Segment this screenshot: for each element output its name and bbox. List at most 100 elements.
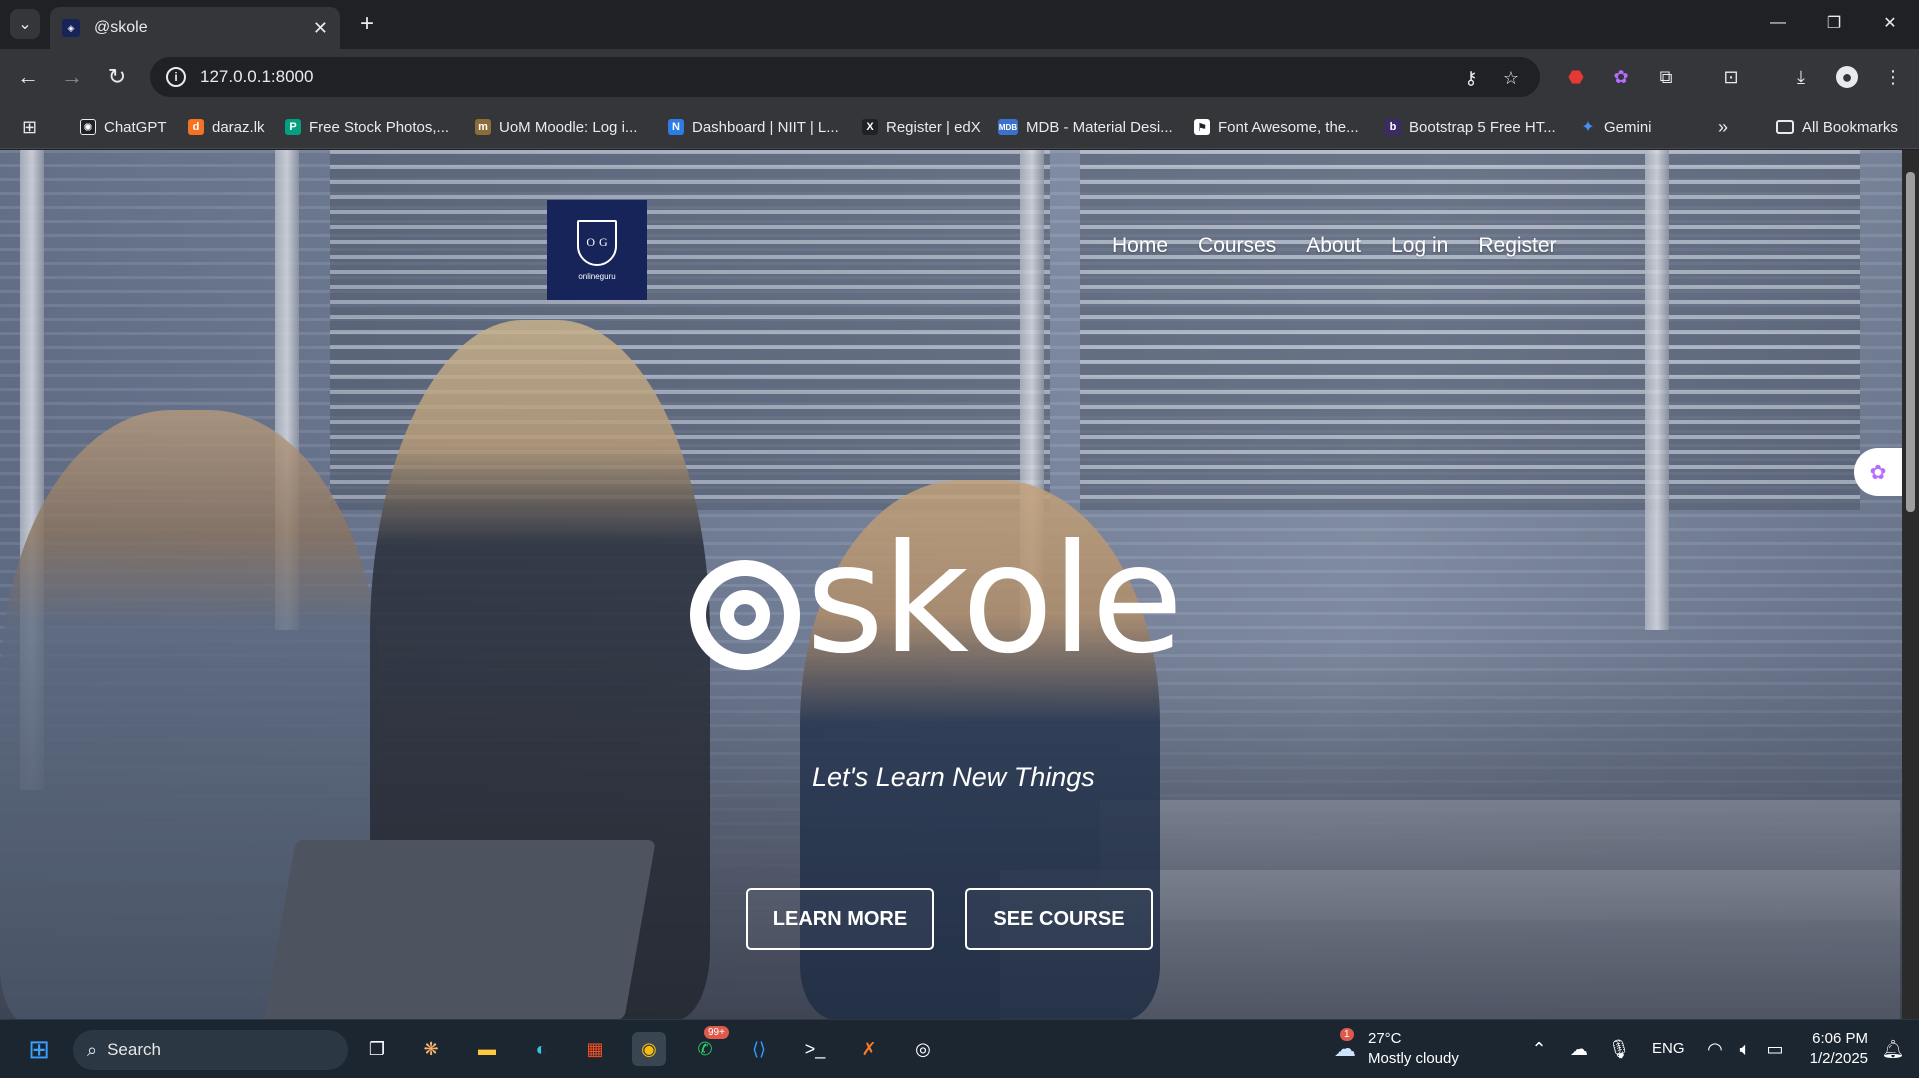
folder-icon <box>1776 120 1794 134</box>
tray-expand-chevron-icon[interactable]: ⌃ <box>1522 1032 1556 1066</box>
active-tab[interactable]: ◈ @skole ✕ <box>50 7 340 49</box>
password-key-icon[interactable]: ⚷ <box>1460 67 1482 89</box>
bookmark-label: Bootstrap 5 Free HT... <box>1409 118 1556 136</box>
menu-kebab-icon[interactable]: ⋮ <box>1882 66 1904 88</box>
edx-icon: X <box>862 119 878 135</box>
all-bookmarks-label: All Bookmarks <box>1802 118 1898 136</box>
ai-extension-icon[interactable]: ✿ <box>1610 66 1632 88</box>
windows-taskbar: ⊞ ⌕ Search ❐ ❋ ▬ ◐ ▦ ◉ ✆ 99+ ⟨⟩ >_ ✗ ◎ ☁… <box>0 1019 1919 1078</box>
bookmark-gemini[interactable]: ✦ Gemini <box>1580 116 1651 138</box>
tab-title: @skole <box>94 19 148 36</box>
obs-icon[interactable]: ◎ <box>906 1032 940 1066</box>
vscode-icon[interactable]: ⟨⟩ <box>742 1032 776 1066</box>
bookmark-fontawesome[interactable]: ⚑ Font Awesome, the... <box>1194 116 1359 138</box>
bookmark-moodle[interactable]: m UoM Moodle: Log i... <box>475 116 637 138</box>
extensions-puzzle-icon[interactable]: ⧉ <box>1655 66 1677 88</box>
close-window-button[interactable]: ✕ <box>1862 0 1918 46</box>
address-bar[interactable]: i 127.0.0.1:8000 ⚷ ☆ <box>150 57 1540 97</box>
whatsapp-badge: 99+ <box>704 1026 729 1039</box>
nav-home[interactable]: Home <box>1112 234 1168 258</box>
file-explorer-icon[interactable]: ▬ <box>470 1032 504 1066</box>
taskbar-search[interactable]: ⌕ Search <box>73 1030 348 1070</box>
page-scrollbar[interactable] <box>1902 150 1919 1019</box>
volume-icon[interactable]: 🔈︎ <box>1728 1032 1762 1066</box>
gemini-icon: ✦ <box>1581 119 1595 136</box>
more-bookmarks-chevron-icon[interactable]: » <box>1718 116 1728 138</box>
bookmark-edx[interactable]: X Register | edX <box>862 116 981 138</box>
logo-crest-icon: O G <box>577 219 617 266</box>
see-course-button[interactable]: SEE COURSE <box>965 888 1153 950</box>
bookmark-label: Font Awesome, the... <box>1218 118 1359 136</box>
windows-start-icon[interactable]: ⊞ <box>22 1032 56 1066</box>
pexels-icon: P <box>285 119 301 135</box>
browser-toolbar: ← → ↻ i 127.0.0.1:8000 ⚷ ☆ ⬣ ✿ ⧉ ⊡ ⤓ ● ⋮ <box>0 49 1919 105</box>
copilot-icon[interactable]: ❋ <box>414 1032 448 1066</box>
onedrive-cloud-icon[interactable]: ☁ <box>1562 1032 1596 1066</box>
wifi-icon[interactable]: ◠ <box>1698 1032 1732 1066</box>
background-pillar <box>1645 150 1669 630</box>
nav-courses[interactable]: Courses <box>1198 234 1276 258</box>
clock-date[interactable]: 1/2/2025 <box>1804 1050 1868 1067</box>
weather-temp: 27°C <box>1368 1030 1402 1047</box>
notification-bell-icon[interactable]: 🔔︎ <box>1876 1032 1910 1066</box>
clock-time[interactable]: 6:06 PM <box>1808 1030 1868 1047</box>
scrollbar-thumb[interactable] <box>1906 172 1915 512</box>
reload-button[interactable]: ↻ <box>103 63 131 91</box>
at-symbol-icon <box>690 560 800 670</box>
browser-tab-strip: ⌄ ◈ @skole ✕ + — ❐ ✕ <box>0 0 1919 49</box>
bookmark-chatgpt[interactable]: ✺ ChatGPT <box>80 116 167 138</box>
url-text: 127.0.0.1:8000 <box>200 67 314 86</box>
search-label: Search <box>107 1040 161 1059</box>
bookmark-star-icon[interactable]: ☆ <box>1500 67 1522 89</box>
moodle-icon: m <box>475 119 491 135</box>
bookmark-label: UoM Moodle: Log i... <box>499 118 638 136</box>
ms-store-icon[interactable]: ▦ <box>578 1032 612 1066</box>
language-indicator[interactable]: ENG <box>1652 1040 1685 1057</box>
apps-grid-icon[interactable]: ⊞ <box>22 116 37 138</box>
bookmark-daraz[interactable]: d daraz.lk <box>188 116 265 138</box>
nav-register[interactable]: Register <box>1478 234 1556 258</box>
site-logo[interactable]: O G onlineguru <box>547 200 647 300</box>
tab-close-icon[interactable]: ✕ <box>313 18 328 39</box>
bookmark-label: Register | edX <box>886 118 981 136</box>
brand-text: skole <box>806 513 1183 687</box>
back-button[interactable]: ← <box>14 63 42 91</box>
xampp-icon[interactable]: ✗ <box>852 1032 886 1066</box>
whatsapp-icon[interactable]: ✆ 99+ <box>688 1026 729 1066</box>
new-tab-button[interactable]: + <box>352 9 382 39</box>
logo-letter: O <box>586 235 595 249</box>
chrome-icon[interactable]: ◉ <box>632 1032 666 1066</box>
logo-letter: G <box>599 235 608 249</box>
hero-tagline: Let's Learn New Things <box>812 762 1095 792</box>
site-favicon-icon: ◈ <box>62 19 80 37</box>
bookmarks-bar: ⊞ ✺ ChatGPT d daraz.lk P Free Stock Photos,… <box>0 105 1919 149</box>
site-info-icon[interactable]: i <box>166 67 186 87</box>
restore-button[interactable]: ❐ <box>1806 0 1862 46</box>
minimize-button[interactable]: — <box>1750 0 1806 46</box>
download-icon[interactable]: ⤓ <box>1790 66 1812 88</box>
learn-more-button[interactable]: LEARN MORE <box>746 888 934 950</box>
copilot-sidebar-icon[interactable]: ✿ <box>1854 448 1902 496</box>
bookmark-label: daraz.lk <box>212 118 265 136</box>
bookmark-bootstrap[interactable]: b Bootstrap 5 Free HT... <box>1385 116 1556 138</box>
weather-badge: 1 <box>1340 1028 1354 1041</box>
terminal-icon[interactable]: >_ <box>798 1032 832 1066</box>
screenshot-icon[interactable]: ⊡ <box>1720 66 1742 88</box>
tab-search-button[interactable]: ⌄ <box>10 9 40 39</box>
bookmark-mdb[interactable]: MDB MDB - Material Desi... <box>998 116 1173 138</box>
forward-button[interactable]: → <box>58 63 86 91</box>
all-bookmarks-folder[interactable]: All Bookmarks <box>1776 116 1898 138</box>
microphone-icon[interactable]: 🎙︎ <box>1602 1032 1636 1066</box>
nav-about[interactable]: About <box>1306 234 1361 258</box>
bookmark-niit[interactable]: N Dashboard | NIIT | L... <box>668 116 839 138</box>
weather-cloud-icon[interactable]: ☁ 1 <box>1328 1028 1362 1066</box>
adblock-extension-icon[interactable]: ⬣ <box>1565 66 1587 88</box>
chatgpt-icon: ✺ <box>80 119 96 135</box>
nav-login[interactable]: Log in <box>1391 234 1448 258</box>
bookmark-pexels[interactable]: P Free Stock Photos,... <box>285 116 449 138</box>
edge-icon[interactable]: ◐ <box>524 1032 558 1066</box>
battery-icon[interactable]: ▭ <box>1758 1032 1792 1066</box>
profile-avatar-icon[interactable]: ● <box>1836 66 1858 88</box>
background-building-shutters-right <box>1080 150 1860 510</box>
task-view-icon[interactable]: ❐ <box>360 1032 394 1066</box>
